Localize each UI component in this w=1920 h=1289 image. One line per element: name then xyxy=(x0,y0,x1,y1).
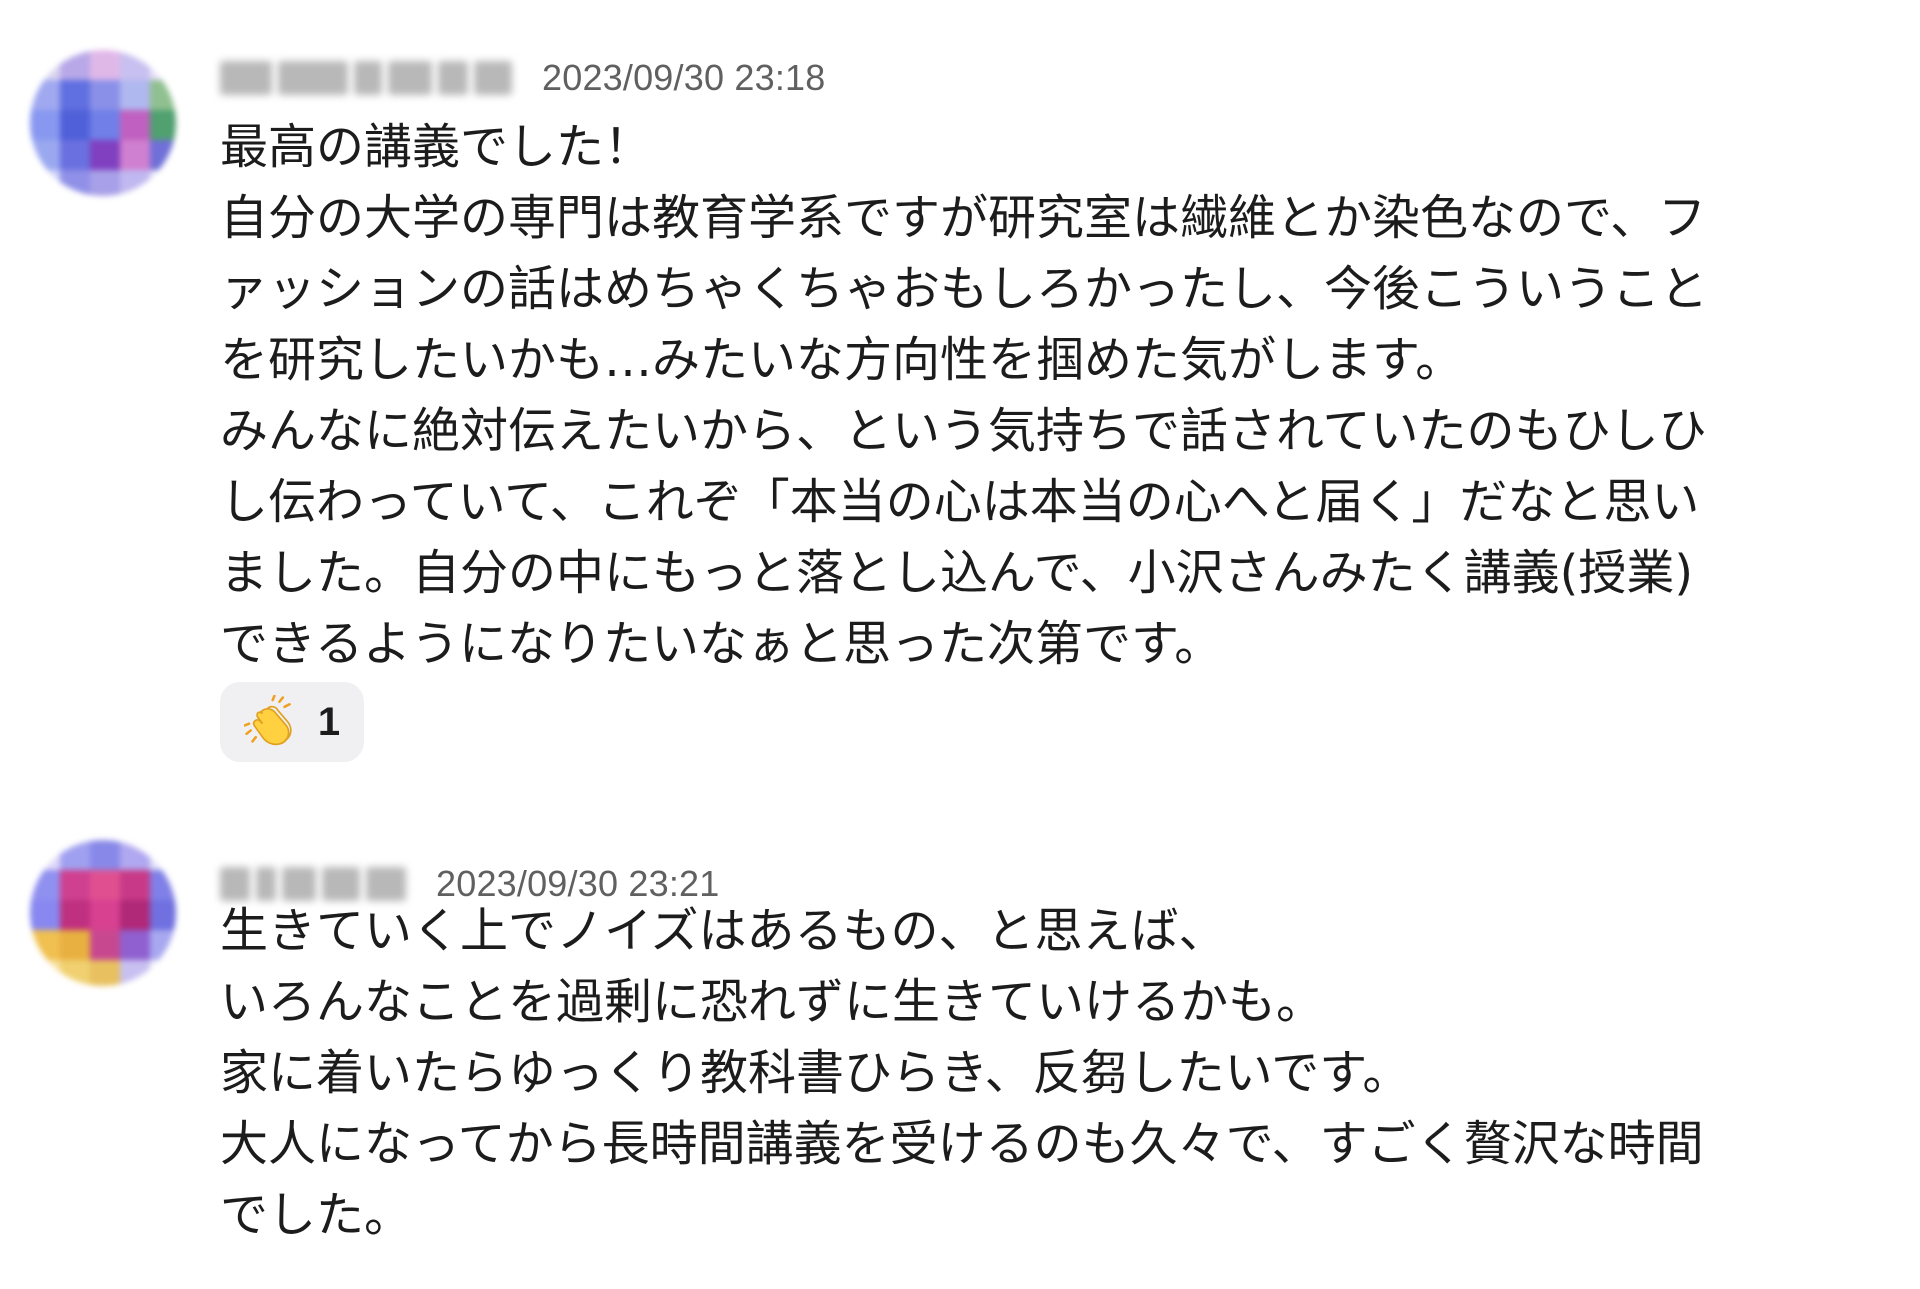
avatar[interactable] xyxy=(30,50,176,196)
reaction-count: 1 xyxy=(317,699,341,744)
message-header: 2023/09/30 23:18 xyxy=(220,48,825,108)
clapping-hands-icon xyxy=(243,695,292,746)
message-text: 生きていく上でノイズはあるもの、と思えば、 いろんなことを過剰に恐れずに生きてい… xyxy=(220,903,1704,1243)
author-name[interactable] xyxy=(220,56,512,100)
message-text: 最高の講義でした！ 自分の大学の専門は教育学系ですが研究室は繊維とか染色なので、… xyxy=(220,119,1709,672)
avatar[interactable] xyxy=(30,840,176,986)
reaction-pill[interactable]: 1 xyxy=(220,682,364,762)
timestamp[interactable]: 2023/09/30 23:18 xyxy=(542,57,825,99)
